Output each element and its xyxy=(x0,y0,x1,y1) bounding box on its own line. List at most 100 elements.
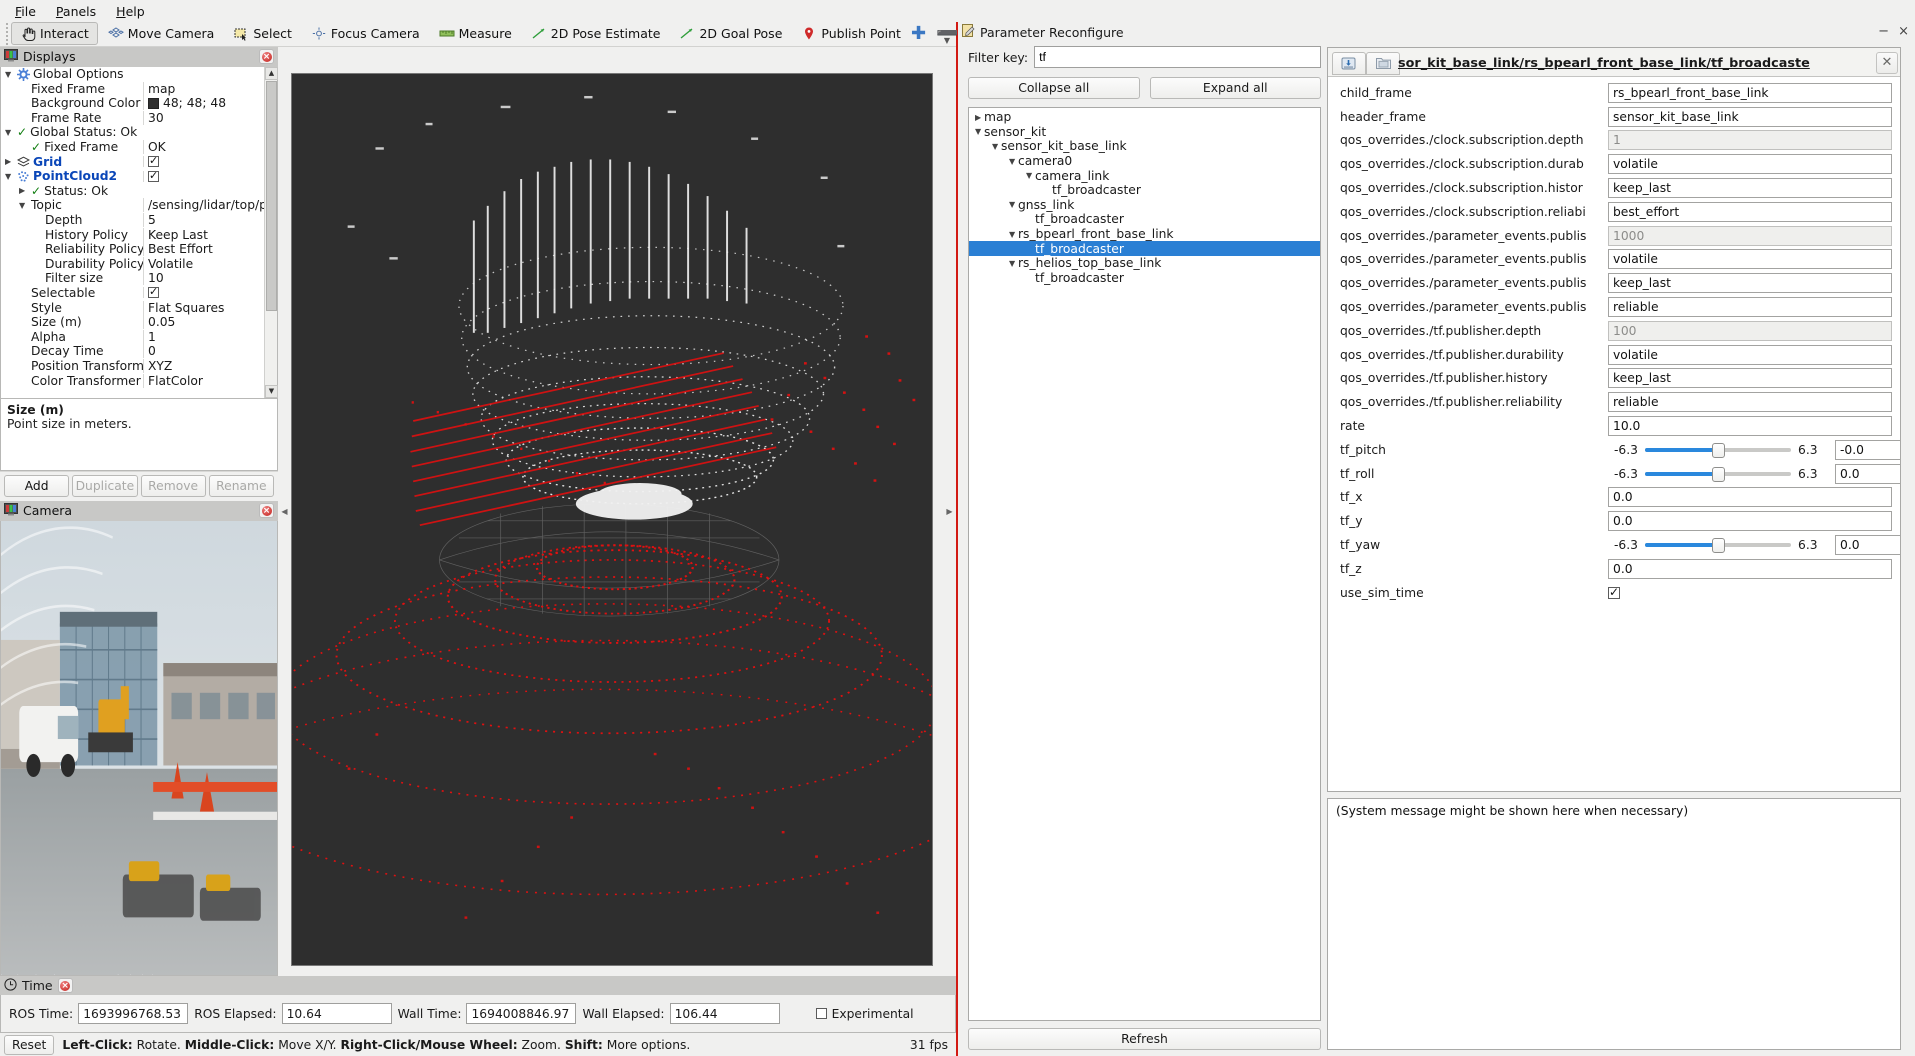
node-tree-item[interactable]: tf_broadcaster xyxy=(969,271,1320,286)
display-row[interactable]: Reliability PolicyBest Effort xyxy=(1,242,264,257)
close-camera-icon[interactable] xyxy=(259,503,274,518)
node-tree-item[interactable]: sensor_kit xyxy=(969,125,1320,140)
chevron-down-icon[interactable] xyxy=(1009,200,1018,209)
chevron-down-icon[interactable] xyxy=(992,142,1001,151)
display-row-value[interactable]: XYZ xyxy=(143,359,264,373)
scroll-thumb[interactable] xyxy=(266,81,277,311)
parameter-checkbox[interactable] xyxy=(1608,587,1620,599)
chevron-right-icon[interactable] xyxy=(975,113,984,122)
parameter-slider[interactable] xyxy=(1645,442,1791,458)
tool-select[interactable]: Select xyxy=(224,22,301,45)
add-display-button[interactable]: Add xyxy=(4,475,69,497)
reload-icon[interactable] xyxy=(1332,52,1366,75)
3d-render-view[interactable] xyxy=(291,73,933,966)
remove-display-button[interactable]: Remove xyxy=(141,475,206,497)
display-row[interactable]: Size (m)0.05 xyxy=(1,315,264,330)
refresh-button[interactable]: Refresh xyxy=(968,1028,1321,1050)
collapse-all-button[interactable]: Collapse all xyxy=(968,77,1140,99)
display-row[interactable]: PointCloud2 xyxy=(1,169,264,184)
display-row[interactable]: Durability PolicyVolatile xyxy=(1,256,264,271)
parameter-value-input[interactable]: 0.0 xyxy=(1608,487,1892,507)
save-file-icon[interactable] xyxy=(1366,52,1400,75)
node-tree[interactable]: mapsensor_kitsensor_kit_base_linkcamera0… xyxy=(968,107,1321,1021)
display-row[interactable]: Position TransformerXYZ xyxy=(1,359,264,374)
chevron-right-icon[interactable] xyxy=(5,157,14,166)
display-enable-checkbox[interactable] xyxy=(148,171,159,182)
ros-time-value[interactable]: 1693996768.53 xyxy=(78,1003,188,1024)
parameter-value-input[interactable]: 0.0 xyxy=(1835,464,1900,484)
chevron-down-icon[interactable] xyxy=(5,172,14,181)
display-row[interactable]: Fixed Framemap xyxy=(1,81,264,96)
parameter-value-input[interactable]: rs_bpearl_front_base_link xyxy=(1608,83,1892,103)
display-row-value[interactable]: map xyxy=(143,82,264,96)
filter-key-input[interactable] xyxy=(1034,46,1321,68)
display-row-value[interactable]: FlatColor xyxy=(143,374,264,388)
displays-tree[interactable]: Global OptionsFixed FramemapBackground C… xyxy=(1,67,264,398)
parameter-value-input[interactable]: sensor_kit_base_link xyxy=(1608,107,1892,127)
expand-all-button[interactable]: Expand all xyxy=(1150,77,1322,99)
slider-handle[interactable] xyxy=(1712,467,1725,482)
display-row[interactable]: Grid xyxy=(1,154,264,169)
minimize-icon[interactable]: − xyxy=(1878,24,1889,39)
rename-display-button[interactable]: Rename xyxy=(209,475,274,497)
display-row-value[interactable]: OK xyxy=(143,140,264,154)
display-row-value[interactable]: 10 xyxy=(143,271,264,285)
parameter-value-input[interactable]: volatile xyxy=(1608,154,1892,174)
tool-2d-goal-pose[interactable]: 2D Goal Pose xyxy=(670,22,791,45)
node-tree-item[interactable]: tf_broadcaster xyxy=(969,241,1320,256)
chevron-down-icon[interactable] xyxy=(1026,171,1035,180)
chevron-right-icon[interactable] xyxy=(19,186,28,195)
chevron-down-icon[interactable] xyxy=(1009,259,1018,268)
display-row-value[interactable]: Best Effort xyxy=(143,242,264,256)
parameter-value-input[interactable]: volatile xyxy=(1608,249,1892,269)
parameter-value-input[interactable]: 0.0 xyxy=(1608,559,1892,579)
parameter-value-input[interactable]: keep_last xyxy=(1608,368,1892,388)
display-row[interactable]: Alpha1 xyxy=(1,329,264,344)
menu-item-panels[interactable]: Panels xyxy=(47,2,105,21)
node-tree-item[interactable]: camera_link xyxy=(969,168,1320,183)
tool-measure[interactable]: Measure xyxy=(430,22,521,45)
display-row[interactable]: StyleFlat Squares xyxy=(1,300,264,315)
display-row[interactable]: Depth5 xyxy=(1,213,264,228)
display-row[interactable]: Selectable xyxy=(1,286,264,301)
node-tree-item[interactable]: tf_broadcaster xyxy=(969,183,1320,198)
display-row-value[interactable]: 30 xyxy=(143,111,264,125)
parameter-value-input[interactable]: volatile xyxy=(1608,345,1892,365)
parameter-value-input[interactable]: reliable xyxy=(1608,297,1892,317)
display-row-value[interactable]: 1 xyxy=(143,330,264,344)
parameter-list[interactable]: child_framers_bpearl_front_base_linkhead… xyxy=(1328,76,1900,791)
display-row-value[interactable]: /sensing/lidar/top/pointcl. xyxy=(143,198,264,212)
parameter-value-input[interactable]: best_effort xyxy=(1608,202,1892,222)
parameter-value-input[interactable]: keep_last xyxy=(1608,178,1892,198)
display-row-value[interactable] xyxy=(143,287,264,298)
add-tool-icon[interactable]: ✚ xyxy=(911,25,926,43)
display-row-value[interactable]: 5 xyxy=(143,213,264,227)
display-row-value[interactable]: Flat Squares xyxy=(143,301,264,315)
parameter-slider[interactable] xyxy=(1645,466,1791,482)
tool-publish-point[interactable]: Publish Point xyxy=(792,22,910,45)
close-time-icon[interactable] xyxy=(58,978,73,993)
display-row[interactable]: Topic/sensing/lidar/top/pointcl. xyxy=(1,198,264,213)
display-row-value[interactable]: Volatile xyxy=(143,257,264,271)
color-swatch[interactable] xyxy=(148,98,159,109)
display-row[interactable]: ✓Fixed FrameOK xyxy=(1,140,264,155)
tool-focus-camera[interactable]: Focus Camera xyxy=(302,22,429,45)
display-row[interactable]: ✓Global Status: Ok xyxy=(1,125,264,140)
ros-elapsed-value[interactable]: 10.64 xyxy=(282,1003,392,1024)
display-row-value[interactable]: 0 xyxy=(143,344,264,358)
camera-image-view[interactable] xyxy=(0,521,278,976)
display-enable-checkbox[interactable] xyxy=(148,156,159,167)
duplicate-display-button[interactable]: Duplicate xyxy=(72,475,137,497)
experimental-field[interactable]: Experimental xyxy=(816,1007,914,1021)
display-row[interactable]: History PolicyKeep Last xyxy=(1,227,264,242)
node-tree-item[interactable]: tf_broadcaster xyxy=(969,212,1320,227)
slider-handle[interactable] xyxy=(1712,443,1725,458)
parameter-value-input[interactable]: reliable xyxy=(1608,392,1892,412)
toolbar-grip[interactable] xyxy=(4,23,8,45)
right-splitter[interactable]: ▶ xyxy=(943,47,956,976)
chevron-down-icon[interactable] xyxy=(5,70,14,79)
close-node-tab-icon[interactable]: ✕ xyxy=(1876,52,1898,74)
parameter-slider[interactable] xyxy=(1645,537,1791,553)
wall-time-value[interactable]: 1694008846.97 xyxy=(466,1003,576,1024)
parameter-value-input[interactable]: 0.0 xyxy=(1608,511,1892,531)
